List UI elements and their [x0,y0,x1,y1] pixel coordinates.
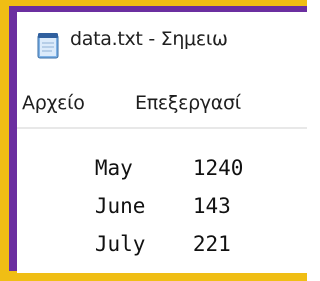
title-bar[interactable]: data.txt - Σημειω [17,12,307,74]
text-line: June 143 [19,170,231,218]
text-line: July 221 [19,208,231,256]
text-line: May 1240 [19,132,244,180]
window-title: data.txt - Σημειω [70,28,228,50]
notepad-window: data.txt - Σημειω Αρχείο Επεξεργασί May 1… [17,12,307,273]
menu-file[interactable]: Αρχείο [22,92,85,114]
text-editor-area[interactable]: May 1240 June 143 July 221 [17,130,307,273]
menu-edit[interactable]: Επεξεργασί [135,92,241,114]
line-month: July [94,232,146,256]
notepad-icon [37,33,59,59]
line-value: 221 [192,232,231,256]
menu-bar: Αρχείο Επεξεργασί [17,87,307,129]
